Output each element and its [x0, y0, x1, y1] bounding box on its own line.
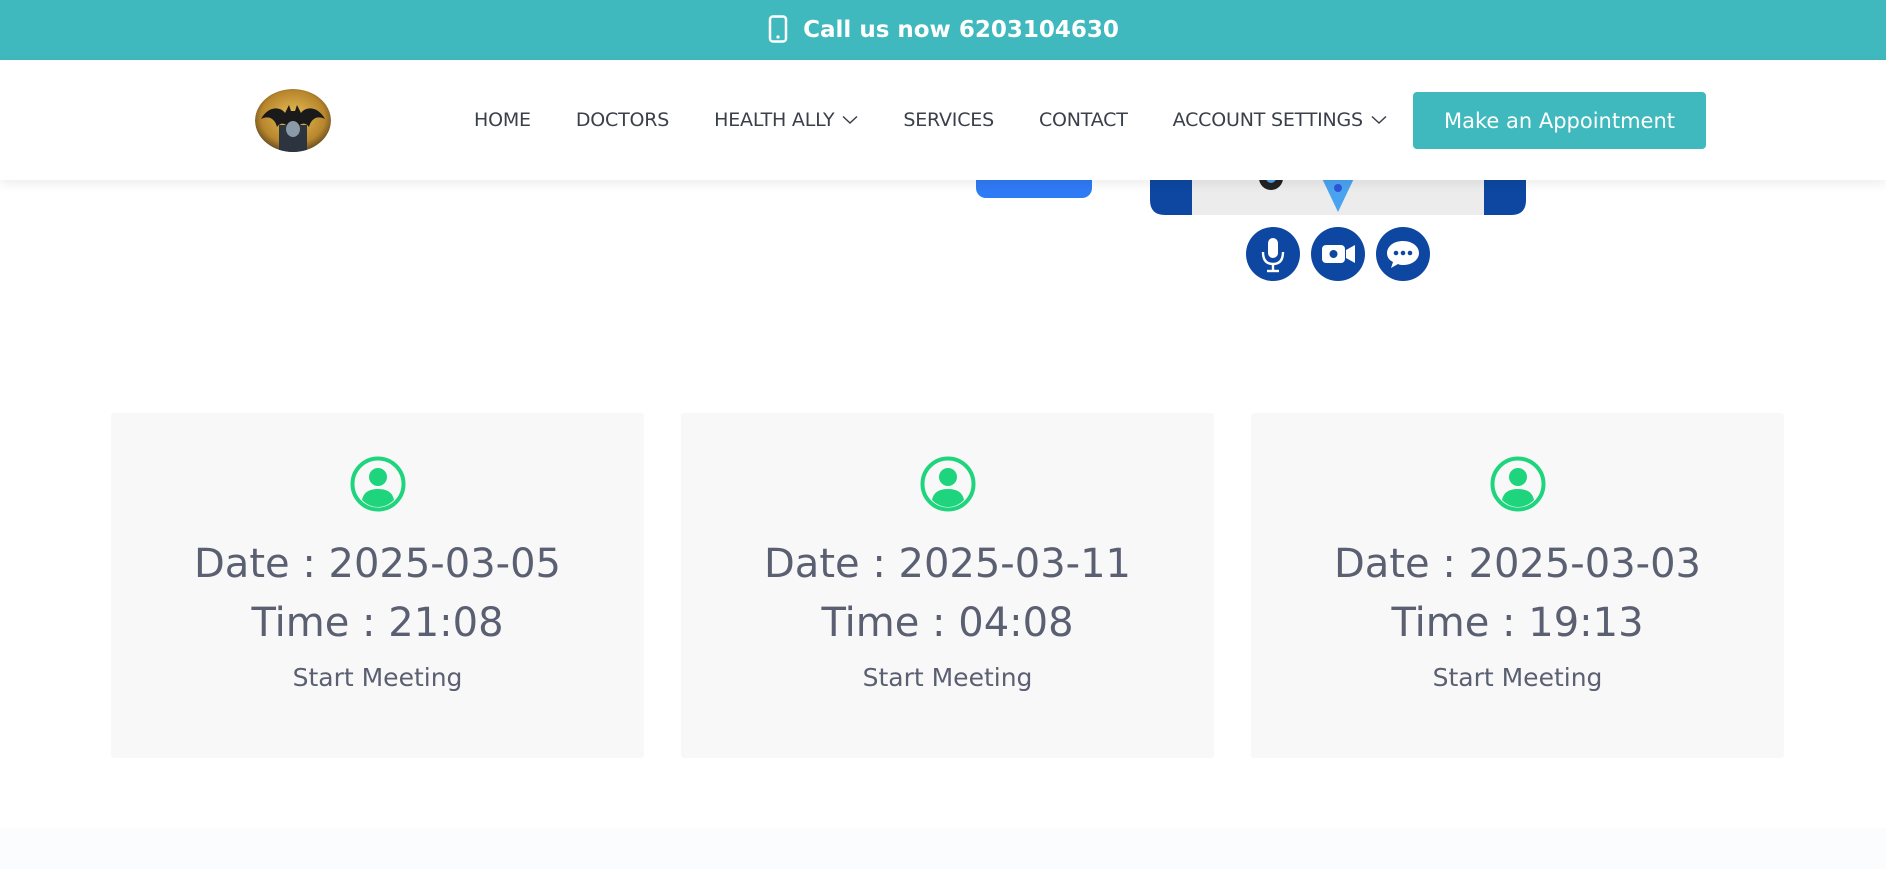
- meeting-card: Date : 2025-03-03 Time : 19:13 Start Mee…: [1251, 413, 1784, 758]
- meeting-card: Date : 2025-03-05 Time : 21:08 Start Mee…: [111, 413, 644, 758]
- nav-item-contact[interactable]: CONTACT: [1039, 109, 1128, 131]
- nav-item-doctors[interactable]: DOCTORS: [576, 109, 669, 131]
- start-meeting-link[interactable]: Start Meeting: [1433, 663, 1603, 692]
- meeting-date: Date : 2025-03-03: [1334, 541, 1701, 587]
- nav-item-home[interactable]: HOME: [474, 109, 531, 131]
- user-avatar-icon: [1490, 456, 1545, 512]
- microphone-icon[interactable]: [1245, 226, 1301, 282]
- meeting-time: Time : 04:08: [821, 600, 1074, 646]
- nav-item-label: HOME: [474, 109, 531, 131]
- nav-item-label: HEALTH ALLY: [714, 109, 835, 131]
- meeting-time: Time : 21:08: [251, 600, 504, 646]
- user-avatar-icon: [920, 456, 975, 512]
- call-us-text[interactable]: Call us now 6203104630: [803, 17, 1119, 43]
- start-meeting-link[interactable]: Start Meeting: [863, 663, 1033, 692]
- bat-logo-icon[interactable]: [255, 89, 331, 152]
- chevron-down-icon: [1371, 115, 1387, 125]
- mobile-phone-icon: [767, 15, 793, 45]
- nav-item-account-settings[interactable]: ACCOUNT SETTINGS: [1173, 109, 1387, 131]
- user-avatar-icon: [350, 456, 405, 512]
- meeting-time: Time : 19:13: [1391, 600, 1644, 646]
- make-appointment-button[interactable]: Make an Appointment: [1413, 92, 1706, 149]
- nav-item-services[interactable]: SERVICES: [903, 109, 994, 131]
- top-contact-bar: Call us now 6203104630: [0, 0, 1886, 60]
- nav-item-health-ally[interactable]: HEALTH ALLY: [714, 109, 858, 131]
- main-navbar: HOME DOCTORS HEALTH ALLY SERVICES CONTAC…: [0, 60, 1886, 180]
- meeting-card: Date : 2025-03-11 Time : 04:08 Start Mee…: [681, 413, 1214, 758]
- telemedicine-illustration: [960, 166, 1540, 290]
- next-section-edge: [0, 828, 1886, 869]
- chat-bubble-icon[interactable]: [1375, 226, 1431, 282]
- nav-item-label: DOCTORS: [575, 109, 670, 131]
- nav-menu: HOME DOCTORS HEALTH ALLY SERVICES CONTAC…: [474, 60, 1432, 180]
- video-camera-icon[interactable]: [1310, 226, 1366, 282]
- chevron-down-icon: [842, 115, 858, 125]
- meeting-date: Date : 2025-03-05: [194, 541, 561, 587]
- nav-item-label: CONTACT: [1038, 109, 1128, 131]
- meeting-date: Date : 2025-03-11: [764, 541, 1131, 587]
- nav-item-label: ACCOUNT SETTINGS: [1172, 109, 1363, 131]
- nav-item-label: SERVICES: [903, 109, 994, 131]
- start-meeting-link[interactable]: Start Meeting: [293, 663, 463, 692]
